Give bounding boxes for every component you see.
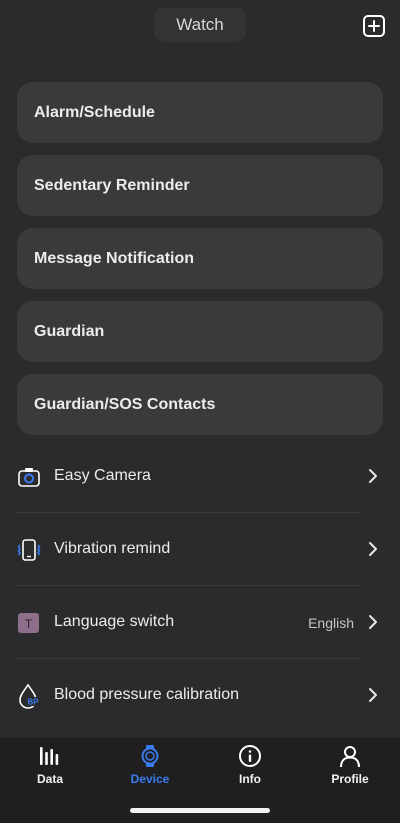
chevron-right-icon — [369, 469, 377, 483]
sedentary-reminder-card[interactable]: Sedentary Reminder — [17, 155, 383, 216]
guardian-card[interactable]: Guardian — [17, 301, 383, 362]
chevron-right-icon — [369, 542, 377, 556]
app-header: Watch — [0, 0, 400, 60]
tab-device[interactable]: Device — [110, 744, 190, 794]
blood-pressure-calibration-row[interactable]: BP Blood pressure calibration — [0, 659, 400, 732]
card-label: Message Notification — [34, 249, 195, 267]
vibration-icon — [17, 539, 41, 561]
card-label: Guardian — [34, 322, 105, 340]
tab-profile[interactable]: Profile — [310, 744, 390, 794]
card-label: Alarm/Schedule — [34, 103, 155, 121]
vibration-remind-row[interactable]: Vibration remind — [0, 513, 400, 586]
row-label: Language switch — [54, 613, 175, 630]
tab-label: Info — [239, 772, 261, 786]
settings-cards: Alarm/Schedule Sedentary Reminder Messag… — [17, 82, 383, 447]
row-label: Easy Camera — [54, 467, 151, 484]
watch-icon — [141, 745, 159, 767]
language-icon-letter: T — [25, 617, 33, 631]
camera-icon — [18, 468, 40, 487]
current-language-value: English — [308, 615, 354, 631]
settings-list: Easy Camera Vibration remind T Language … — [0, 440, 400, 732]
profile-icon — [340, 746, 360, 768]
tab-data[interactable]: Data — [10, 744, 90, 794]
tab-label: Profile — [331, 772, 369, 786]
card-label: Guardian/SOS Contacts — [34, 395, 216, 413]
blood-pressure-icon: BP — [19, 683, 40, 709]
info-icon — [239, 745, 261, 767]
data-bars-icon — [40, 747, 59, 765]
tab-label: Data — [36, 772, 63, 786]
alarm-schedule-card[interactable]: Alarm/Schedule — [17, 82, 383, 143]
bp-icon-text: BP — [27, 698, 39, 707]
easy-camera-row[interactable]: Easy Camera — [0, 440, 400, 513]
guardian-sos-contacts-card[interactable]: Guardian/SOS Contacts — [17, 374, 383, 435]
row-label: Vibration remind — [54, 540, 171, 557]
add-device-icon[interactable] — [362, 14, 386, 38]
home-indicator — [130, 808, 270, 813]
card-label: Sedentary Reminder — [34, 176, 190, 194]
chevron-right-icon — [369, 615, 377, 629]
chevron-right-icon — [369, 688, 377, 702]
language-switch-row[interactable]: T Language switch English — [0, 586, 400, 659]
page-title: Watch — [154, 8, 246, 42]
language-icon: T — [18, 613, 39, 633]
message-notification-card[interactable]: Message Notification — [17, 228, 383, 289]
tab-info[interactable]: Info — [210, 744, 290, 794]
tab-label: Device — [130, 772, 170, 786]
row-label: Blood pressure calibration — [54, 686, 239, 703]
